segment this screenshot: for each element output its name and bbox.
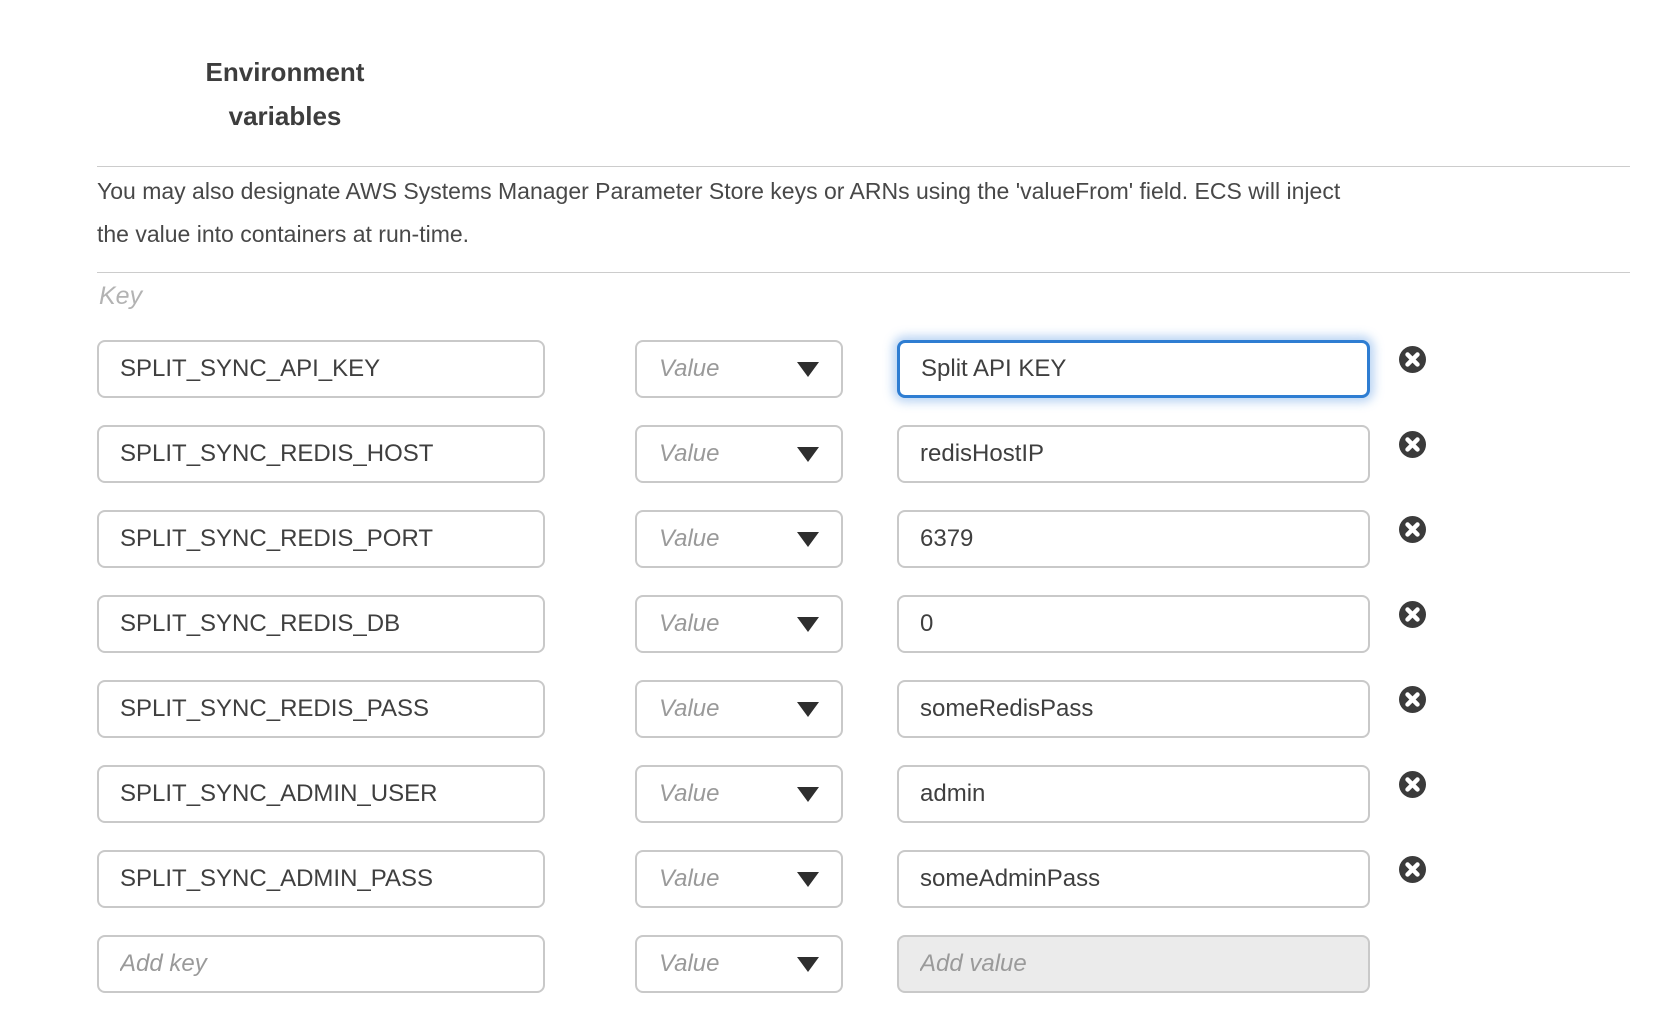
circle-x-icon xyxy=(1399,346,1426,373)
remove-row-button[interactable] xyxy=(1399,601,1426,628)
chevron-down-icon xyxy=(797,787,819,802)
env-value-input[interactable] xyxy=(897,680,1370,738)
value-type-select[interactable]: Value xyxy=(635,850,843,908)
value-type-label: Value xyxy=(659,865,720,893)
env-value-input[interactable] xyxy=(897,425,1370,483)
remove-row-button[interactable] xyxy=(1399,431,1426,458)
circle-x-icon xyxy=(1399,856,1426,883)
value-type-select[interactable]: Value xyxy=(635,340,843,398)
remove-row-button[interactable] xyxy=(1399,771,1426,798)
value-type-select[interactable]: Value xyxy=(635,765,843,823)
chevron-down-icon xyxy=(797,702,819,717)
environment-variables-section: Environment variables You may also desig… xyxy=(0,0,1678,1018)
circle-x-icon xyxy=(1399,771,1426,798)
divider xyxy=(97,166,1630,167)
remove-row-button[interactable] xyxy=(1399,856,1426,883)
add-env-var-row: Value xyxy=(97,935,1537,993)
env-value-input[interactable] xyxy=(897,765,1370,823)
env-key-input[interactable] xyxy=(97,680,545,738)
description-line: You may also designate AWS Systems Manag… xyxy=(97,170,1630,213)
remove-row-button[interactable] xyxy=(1399,686,1426,713)
circle-x-icon xyxy=(1399,601,1426,628)
value-type-select[interactable]: Value xyxy=(635,425,843,483)
value-type-select[interactable]: Value xyxy=(635,935,843,993)
add-key-input[interactable] xyxy=(97,935,545,993)
value-type-label: Value xyxy=(659,525,720,553)
divider xyxy=(97,272,1630,273)
value-type-select[interactable]: Value xyxy=(635,510,843,568)
env-var-row: Value xyxy=(97,680,1537,738)
chevron-down-icon xyxy=(797,362,819,377)
env-key-input[interactable] xyxy=(97,340,545,398)
env-var-row: Value xyxy=(97,425,1537,483)
remove-row-button[interactable] xyxy=(1399,516,1426,543)
circle-x-icon xyxy=(1399,516,1426,543)
env-key-input[interactable] xyxy=(97,425,545,483)
env-var-row: Value xyxy=(97,510,1537,568)
value-type-label: Value xyxy=(659,355,720,383)
env-value-input[interactable] xyxy=(897,595,1370,653)
env-value-input[interactable] xyxy=(897,850,1370,908)
env-var-row: Value xyxy=(97,765,1537,823)
chevron-down-icon xyxy=(797,617,819,632)
env-value-input[interactable] xyxy=(897,510,1370,568)
key-column-header: Key xyxy=(99,282,142,311)
value-type-label: Value xyxy=(659,695,720,723)
env-var-row: Value xyxy=(97,595,1537,653)
value-type-select[interactable]: Value xyxy=(635,595,843,653)
circle-x-icon xyxy=(1399,686,1426,713)
chevron-down-icon xyxy=(797,532,819,547)
chevron-down-icon xyxy=(797,872,819,887)
description-line: the value into containers at run-time. xyxy=(97,213,1630,256)
env-var-row: Value xyxy=(97,850,1537,908)
value-type-label: Value xyxy=(659,440,720,468)
remove-row-button[interactable] xyxy=(1399,346,1426,373)
value-type-label: Value xyxy=(659,610,720,638)
env-key-input[interactable] xyxy=(97,510,545,568)
env-key-input[interactable] xyxy=(97,850,545,908)
value-type-label: Value xyxy=(659,780,720,808)
add-value-input[interactable] xyxy=(897,935,1370,993)
value-type-label: Value xyxy=(659,950,720,978)
chevron-down-icon xyxy=(797,957,819,972)
circle-x-icon xyxy=(1399,431,1426,458)
env-key-input[interactable] xyxy=(97,595,545,653)
section-title: Environment variables xyxy=(160,50,410,138)
value-type-select[interactable]: Value xyxy=(635,680,843,738)
section-description: You may also designate AWS Systems Manag… xyxy=(97,170,1630,256)
chevron-down-icon xyxy=(797,447,819,462)
env-key-input[interactable] xyxy=(97,765,545,823)
env-var-row: Value xyxy=(97,340,1537,398)
env-value-input[interactable] xyxy=(897,340,1370,398)
